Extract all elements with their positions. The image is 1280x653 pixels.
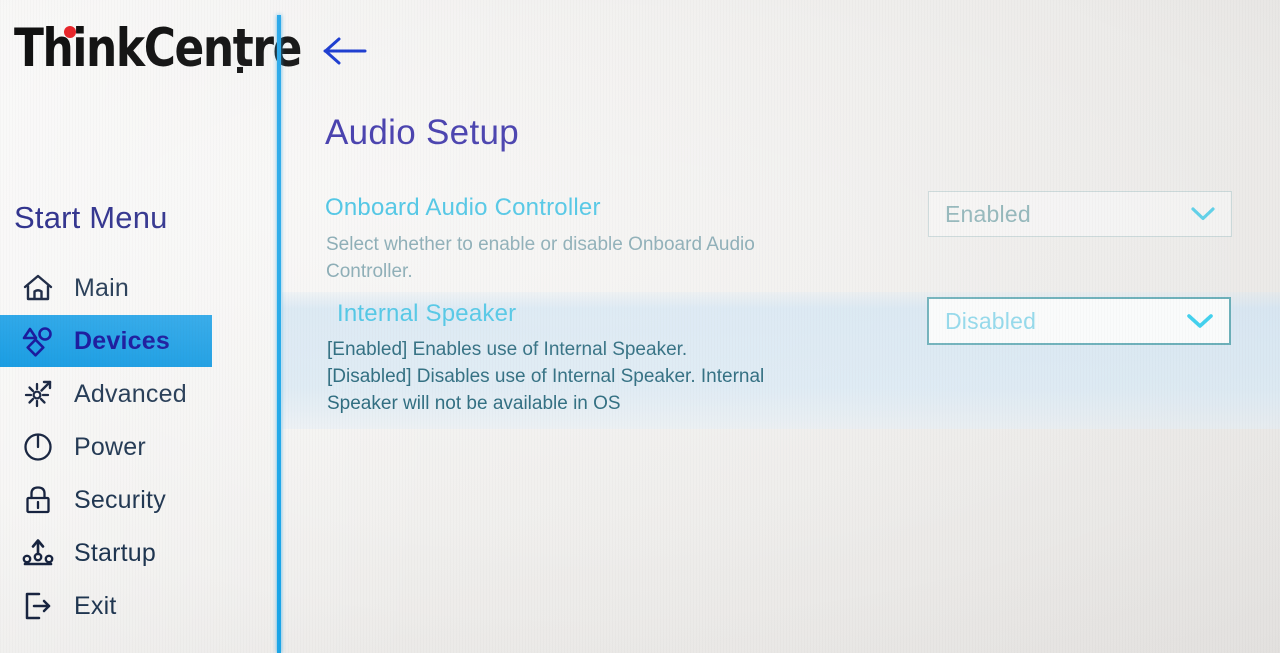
- start-menu-heading: Start Menu: [14, 200, 168, 235]
- logo-period-mark: [237, 67, 243, 73]
- logo-wordmark: ThinkCentre: [14, 18, 302, 79]
- lock-icon: [16, 480, 60, 520]
- description-line-3: Speaker will not be available in OS: [327, 393, 621, 414]
- sidebar-nav: Main Devices Advanced Power Security Sta…: [0, 262, 279, 633]
- page-title: Audio Setup: [325, 113, 520, 152]
- setting-description: [Enabled] Enables use of Internal Speake…: [327, 336, 847, 417]
- sidebar-item-security[interactable]: Security: [0, 474, 279, 526]
- sidebar-item-label: Exit: [74, 591, 117, 620]
- sidebar-item-label: Advanced: [74, 379, 187, 408]
- advanced-icon: [16, 374, 60, 414]
- setting-label: Onboard Audio Controller: [325, 194, 601, 221]
- dropdown-value: Enabled: [945, 200, 1031, 227]
- dropdown-value: Disabled: [945, 307, 1037, 334]
- sidebar-item-label: Power: [74, 432, 146, 461]
- sidebar-item-main[interactable]: Main: [0, 262, 279, 314]
- bios-screen: ThinkCentre Start Menu Main Devices Adva…: [0, 0, 1280, 653]
- devices-icon: [16, 321, 60, 361]
- main-content: Audio Setup Onboard Audio Controller Sel…: [282, 0, 1280, 653]
- sidebar-item-startup[interactable]: Startup: [0, 527, 279, 579]
- sidebar-item-advanced[interactable]: Advanced: [0, 368, 279, 420]
- internal-speaker-dropdown[interactable]: Disabled: [927, 297, 1231, 345]
- chevron-down-icon: [1189, 205, 1217, 223]
- sidebar-item-devices[interactable]: Devices: [0, 315, 212, 367]
- setting-row-onboard-audio-controller[interactable]: Onboard Audio Controller Select whether …: [282, 186, 1280, 290]
- chevron-down-icon: [1185, 311, 1215, 331]
- setting-row-internal-speaker[interactable]: Internal Speaker [Enabled] Enables use o…: [282, 292, 1280, 429]
- sidebar-item-label: Startup: [74, 538, 157, 567]
- home-icon: [16, 268, 60, 308]
- sidebar-item-power[interactable]: Power: [0, 421, 279, 473]
- back-button[interactable]: [322, 30, 370, 76]
- description-line-1: [Enabled] Enables use of Internal Speake…: [327, 339, 688, 360]
- thinkcentre-logo: ThinkCentre: [14, 18, 302, 80]
- startup-icon: [16, 533, 60, 573]
- exit-icon: [16, 586, 60, 626]
- sidebar-item-label: Devices: [74, 326, 170, 355]
- setting-description: Select whether to enable or disable Onbo…: [326, 234, 755, 282]
- sidebar: ThinkCentre Start Menu Main Devices Adva…: [0, 0, 302, 653]
- logo-red-dot: [64, 26, 76, 38]
- sidebar-item-label: Main: [74, 273, 129, 302]
- description-line-2: [Disabled] Disables use of Internal Spea…: [327, 366, 765, 387]
- onboard-audio-controller-dropdown[interactable]: Enabled: [928, 191, 1232, 237]
- power-icon: [16, 427, 60, 467]
- sidebar-item-exit[interactable]: Exit: [0, 580, 279, 632]
- back-arrow-icon: [322, 34, 368, 73]
- sidebar-item-label: Security: [74, 485, 166, 514]
- setting-label: Internal Speaker: [337, 300, 517, 327]
- vertical-accent-divider: [277, 15, 281, 653]
